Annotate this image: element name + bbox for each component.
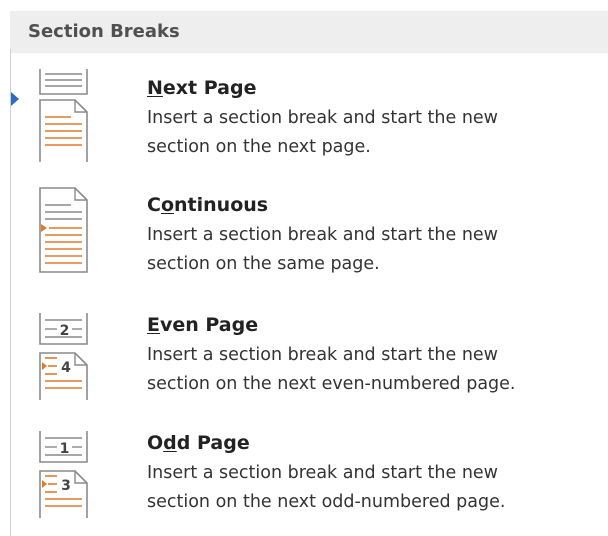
page-number-top: 1 [60,441,70,457]
item-title: Continuous [147,194,268,216]
continuous-icon [39,187,88,273]
item-description-line-1: Insert a section break and start the new [147,463,498,483]
item-description-line-1: Insert a section break and start the new [147,108,498,128]
page-number-bottom: 4 [61,360,71,376]
page-number-bottom: 3 [61,478,71,494]
item-description-line-2: section on the next even-numbered page. [147,374,516,394]
item-title: Odd Page [147,432,250,454]
item-description-line-2: section on the same page. [147,254,380,274]
odd-page-icon: 1 3 [39,431,88,518]
item-title: Next Page [147,77,256,99]
menu-item-odd-page[interactable]: 1 3 Odd Page Insert a section break and … [11,416,608,528]
access-key: d [163,432,177,454]
title-prefix: C [147,194,161,216]
item-description-line-2: section on the next page. [147,137,371,157]
section-title: Section Breaks [28,21,180,42]
title-prefix: O [147,432,164,454]
title-text: ext Page [162,77,257,99]
access-key: E [147,314,160,336]
menu-item-next-page[interactable]: Next Page Insert a section break and sta… [11,60,608,172]
section-header: Section Breaks [10,11,608,53]
item-title: Even Page [147,314,258,336]
access-key: N [147,77,163,99]
selection-pointer-icon [11,92,19,106]
item-description-line-2: section on the next odd-numbered page. [147,492,506,512]
page-number-top: 2 [60,323,70,339]
item-description-line-1: Insert a section break and start the new [147,345,498,365]
item-description-line-1: Insert a section break and start the new [147,225,498,245]
menu-item-continuous[interactable]: Continuous Insert a section break and st… [11,178,608,290]
menu-item-even-page[interactable]: 2 4 Even Page Insert a section break and… [11,298,608,410]
even-page-icon: 2 4 [39,313,88,400]
section-breaks-menu: Section Breaks Next Page Insert a sectio… [0,0,608,536]
title-text: ven Page [159,314,259,336]
access-key: o [160,194,175,216]
title-text: d Page [176,432,250,454]
title-text: ntinuous [174,194,269,216]
next-page-icon [39,69,88,162]
